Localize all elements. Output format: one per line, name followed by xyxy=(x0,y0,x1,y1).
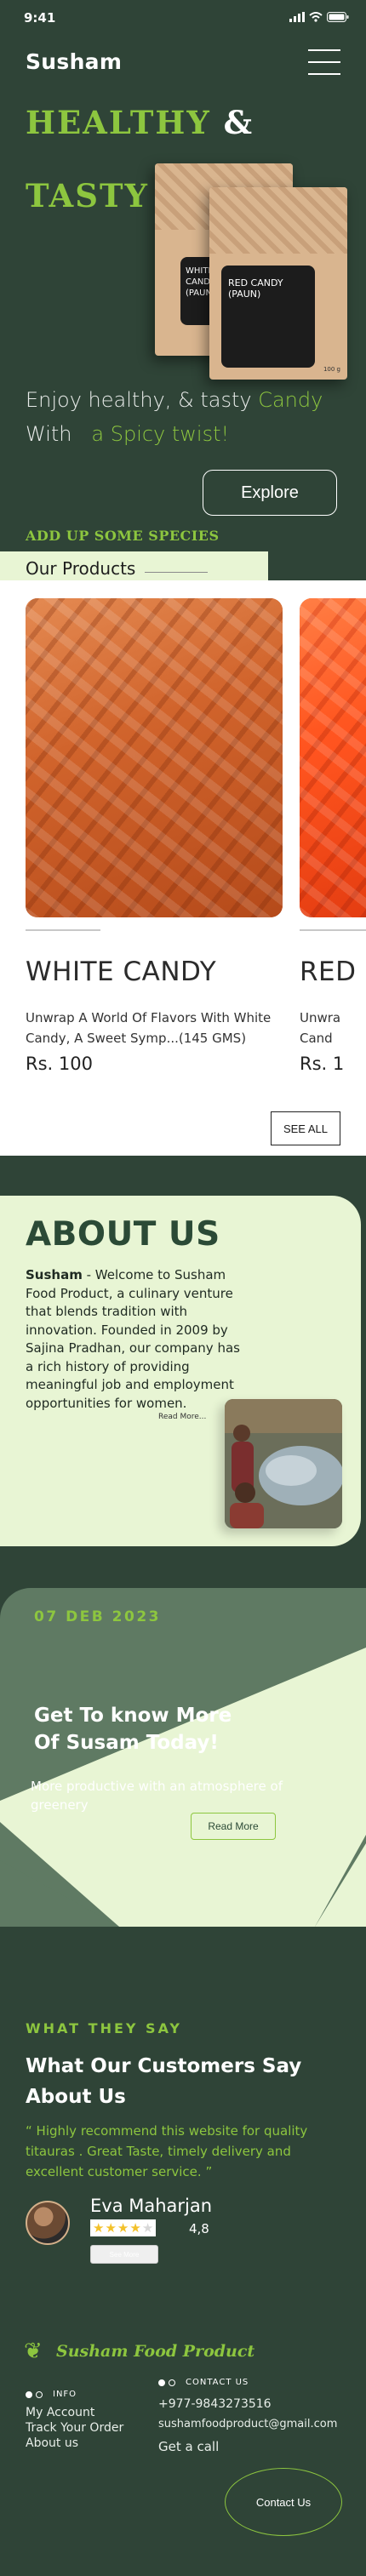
star-rating: ★ ★ ★ ★ ★ xyxy=(90,2219,157,2236)
testimonials-title: What Our Customers Say About Us xyxy=(26,2055,302,2108)
candy-package-front: RED CANDY (PAUN) 100 g xyxy=(209,187,347,380)
hamburger-menu-icon[interactable] xyxy=(308,49,340,75)
star-icon: ★ xyxy=(93,2220,105,2236)
product-price: Rs. 1 xyxy=(300,1054,345,1074)
rating-value: 4,8 xyxy=(189,2221,209,2236)
hero-tagline-2: With a Spicy twist! xyxy=(26,422,230,446)
about-read-more-link[interactable]: Read More... xyxy=(158,1413,206,1421)
product-name[interactable]: WHITE CANDY xyxy=(26,957,216,987)
footer-logo: Susham Food Product xyxy=(56,2342,255,2361)
see-all-button[interactable]: SEE ALL xyxy=(271,1111,340,1145)
product-image-white-candy[interactable] xyxy=(26,598,283,917)
product-description: Unwra Cand xyxy=(300,1010,341,1046)
divider xyxy=(26,929,100,931)
promo-title: Get To know More Of Susam Today! xyxy=(34,1705,232,1754)
package-label: RED CANDY (PAUN) xyxy=(221,266,315,368)
hero-title-line2: TASTY xyxy=(26,177,149,214)
brand-name[interactable]: Susham xyxy=(26,49,122,74)
species-label: ADD UP SOME SPECIES xyxy=(26,528,220,544)
hero-tagline-1: Enjoy healthy, & tasty Candy xyxy=(26,388,323,412)
footer-link-about-us[interactable]: About us xyxy=(26,2436,78,2451)
contact-email[interactable]: sushamfoodproduct@gmail.com xyxy=(158,2417,337,2432)
status-icons xyxy=(289,12,349,22)
star-icon: ★ xyxy=(129,2220,141,2236)
product-name[interactable]: RED xyxy=(300,957,366,987)
star-icon: ★ xyxy=(117,2220,129,2236)
products-section-label: Our Products xyxy=(26,558,136,579)
about-title: ABOUT US xyxy=(26,1215,220,1254)
battery-icon xyxy=(327,12,349,22)
signal-icon xyxy=(289,12,305,22)
get-a-call-link[interactable]: Get a call xyxy=(158,2439,219,2454)
about-text: Susham - Welcome to Susham Food Product,… xyxy=(26,1267,240,1411)
promo-text: More productive with an atmosphere of gr… xyxy=(31,1779,283,1813)
star-icon: ★ xyxy=(141,2220,154,2236)
product-description: Unwrap A World Of Flavors With White Can… xyxy=(26,1010,272,1046)
status-time: 9:41 xyxy=(24,10,56,26)
info-header: INFO xyxy=(26,2390,77,2399)
wifi-icon xyxy=(309,12,323,22)
promo-date: 07 DEB 2023 xyxy=(34,1608,161,1625)
footer-link-track-order[interactable]: Track Your Order xyxy=(26,2420,123,2436)
testimonial-quote: “ Highly recommend this website for qual… xyxy=(26,2123,308,2179)
reviewer-name: Eva Maharjan xyxy=(90,2196,213,2216)
divider xyxy=(145,572,208,573)
divider xyxy=(300,929,366,931)
explore-button[interactable]: Explore xyxy=(203,470,337,516)
leaf-logo-icon: ❦ xyxy=(24,2339,43,2364)
contact-header: CONTACT US xyxy=(158,2378,249,2387)
see-more-button[interactable]: See More xyxy=(90,2245,158,2264)
product-price: Rs. 100 xyxy=(26,1054,93,1074)
footer-link-my-account[interactable]: My Account xyxy=(26,2405,94,2420)
avatar xyxy=(26,2201,70,2245)
testimonials-kicker: WHAT THEY SAY xyxy=(26,2020,183,2036)
about-photo xyxy=(225,1399,342,1528)
contact-phone[interactable]: +977-9843273516 xyxy=(158,2396,272,2412)
product-image-red-candy[interactable] xyxy=(300,598,366,917)
contact-us-button[interactable]: Contact Us xyxy=(225,2468,342,2536)
promo-read-more-button[interactable]: Read More xyxy=(191,1813,276,1840)
hero-title-line1: HEALTHY & xyxy=(26,104,254,141)
promo-section xyxy=(0,1588,366,1927)
star-icon: ★ xyxy=(105,2220,117,2236)
